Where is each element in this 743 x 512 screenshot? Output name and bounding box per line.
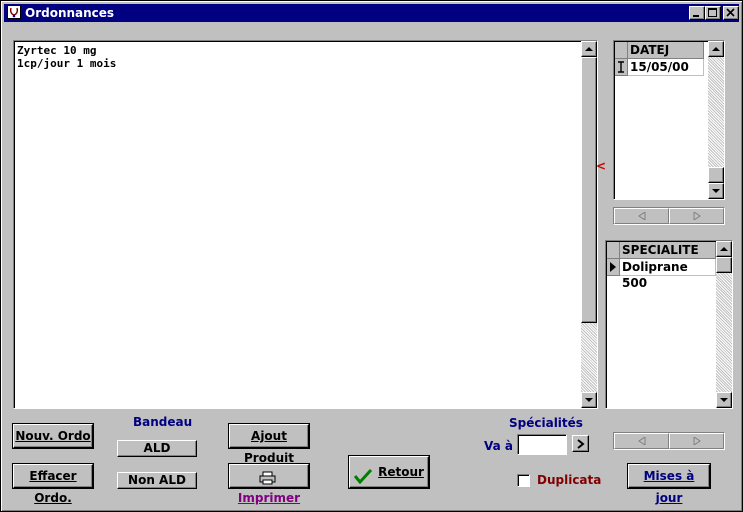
va-a-go-button[interactable] [572,435,589,452]
specialite-scrollbar[interactable] [716,241,732,408]
duplicata-checkbox[interactable] [517,474,530,487]
scroll-up-button[interactable] [708,41,724,57]
date-grid-scrollbar[interactable] [708,41,724,199]
nouv-ordo-button[interactable]: Nouv. Ordo [13,424,93,448]
specialite-next-button[interactable] [669,433,724,449]
mises-a-jour-button[interactable]: Mises à jour [628,464,710,505]
duplicata-label: Duplicata [537,473,602,487]
imprimer-button[interactable]: Imprimer [229,464,309,505]
effacer-ordo-button[interactable]: Effacer Ordo. [13,464,93,505]
close-button[interactable] [723,6,739,20]
maximize-button[interactable] [705,6,721,20]
scroll-down-button[interactable] [581,392,597,408]
main-window: Ordonnances Zyrtec 10 mg 1cp/jour 1 mois… [0,0,743,512]
app-icon[interactable] [7,5,21,19]
window-title: Ordonnances [25,6,115,20]
va-a-label: Va à [484,439,514,453]
row-pointer-icon [607,259,620,276]
bandeau-label: Bandeau [133,415,193,429]
scroll-down-button[interactable] [716,392,732,408]
scroll-thumb[interactable] [716,257,732,273]
splitter-arrow[interactable]: < [596,159,606,173]
date-column-header[interactable]: DATEJ [628,42,704,59]
date-grid[interactable]: DATEJ 15/05/00 [613,40,725,200]
specialite-column-header[interactable]: SPECIALITE [620,242,716,259]
retour-button[interactable]: Retour [349,456,429,488]
prescription-memo[interactable]: Zyrtec 10 mg 1cp/jour 1 mois [13,40,598,409]
specialite-prev-button[interactable] [614,433,669,449]
date-next-button[interactable] [669,208,724,224]
date-prev-button[interactable] [614,208,669,224]
non-ald-button[interactable]: Non ALD [117,472,197,489]
va-a-input[interactable] [517,434,567,455]
row-indicator-icon [615,59,628,76]
date-row-1[interactable]: 15/05/00 [628,59,704,76]
title-bar[interactable]: Ordonnances [4,4,739,22]
specialite-navigator [613,432,725,450]
arrow-right-icon [577,439,585,449]
printer-icon [259,470,277,484]
grid-corner [615,42,628,59]
prescription-text[interactable]: Zyrtec 10 mg 1cp/jour 1 mois [17,44,116,70]
specialite-row-1[interactable]: Doliprane 500 [620,259,716,290]
specialites-label: Spécialités [509,416,583,430]
minimize-button[interactable] [689,6,705,20]
scroll-up-button[interactable] [581,41,597,57]
ajout-produit-button[interactable]: Ajout Produit [229,424,309,465]
date-navigator [613,207,725,225]
scroll-down-button[interactable] [708,183,724,199]
scroll-thumb[interactable] [581,57,597,323]
checkmark-icon [353,465,373,484]
ald-button[interactable]: ALD [117,440,197,457]
grid-corner [607,242,620,259]
memo-scrollbar[interactable] [581,41,597,408]
specialite-grid[interactable]: SPECIALITE Doliprane 500 [605,240,733,409]
scroll-up-button[interactable] [716,241,732,257]
scroll-thumb[interactable] [708,167,724,183]
